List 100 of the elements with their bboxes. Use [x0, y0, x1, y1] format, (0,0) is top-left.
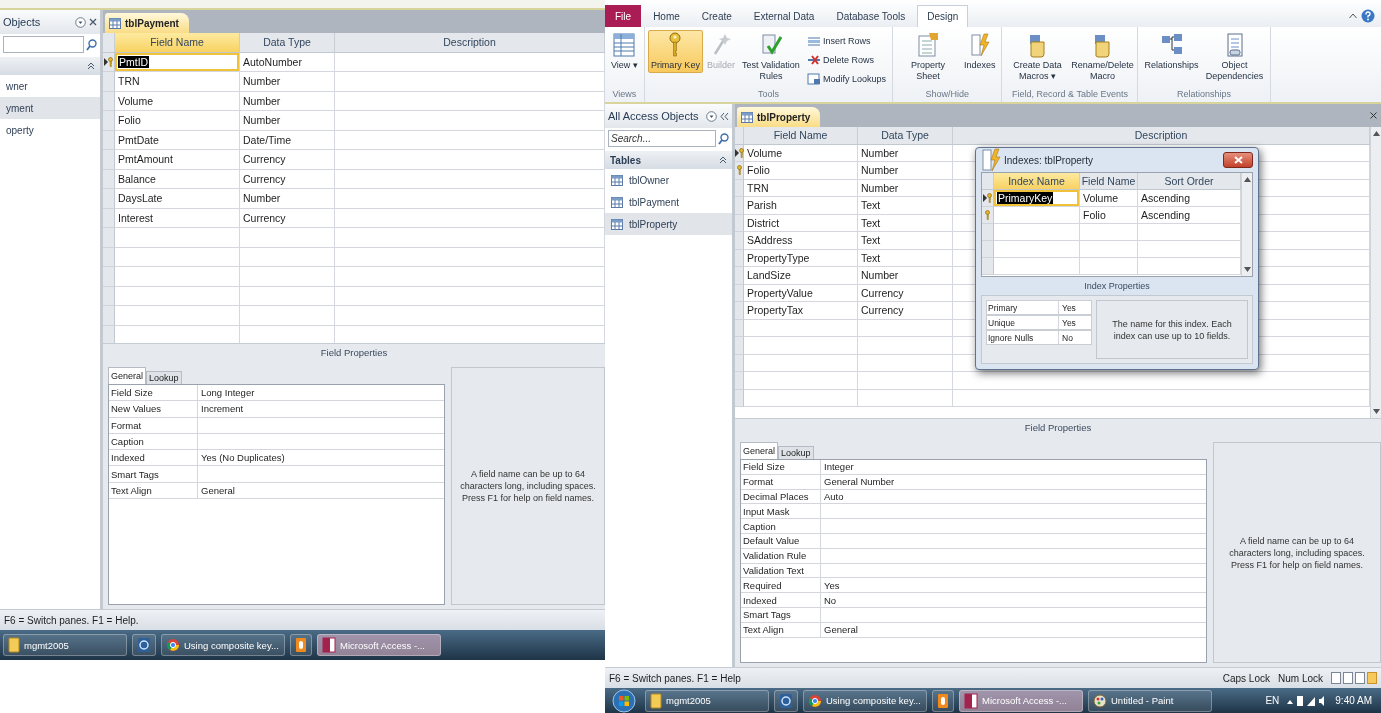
help-text: A field name can be up to 64 characters long, including spaces. Press F1 for help on field names. — [451, 367, 605, 605]
column-header[interactable]: Data Type — [858, 127, 953, 145]
ribbon-tab[interactable]: Home — [643, 5, 690, 27]
ribbon-button[interactable]: Primary Key — [647, 30, 703, 73]
taskbar-button[interactable]: Using composite key... — [803, 689, 927, 712]
group-label: Tools — [756, 89, 780, 101]
table-cell: District — [744, 214, 858, 232]
ribbon-tab[interactable]: File — [605, 5, 642, 27]
property-label: Caption — [109, 433, 198, 450]
table-cell: Number — [240, 91, 335, 111]
taskbar-button[interactable]: mgmt2005 — [645, 689, 769, 712]
table-cell: Currency — [858, 284, 953, 302]
property-label: Unique — [987, 316, 1059, 329]
ribbon-button[interactable]: Create Data Macros ▾ — [1005, 30, 1070, 84]
table-cell: Currency — [240, 208, 335, 228]
nav-item[interactable]: tblPayment — [605, 191, 732, 213]
column-header[interactable]: Description — [953, 127, 1370, 145]
property-value[interactable]: Increment — [198, 403, 444, 415]
ribbon-button[interactable]: View ▾ — [608, 30, 641, 73]
search-field[interactable]: Search... — [608, 130, 716, 147]
taskbar-button[interactable]: Using composite key... — [161, 634, 285, 656]
language-indicator[interactable]: EN — [1265, 695, 1280, 706]
group-label: Field, Record & Table Events — [1011, 89, 1129, 101]
taskbar-button[interactable]: mgmt2005 — [3, 634, 127, 656]
property-value[interactable]: No — [821, 594, 1206, 606]
group-label: Views — [611, 89, 638, 101]
property-value[interactable]: General — [821, 624, 1206, 636]
section-label: Index Properties — [1083, 280, 1151, 293]
ribbon-tab[interactable]: External Data — [743, 5, 825, 27]
property-value[interactable]: Auto — [821, 491, 1206, 502]
ribbon-button[interactable]: Object Dependencies — [1202, 30, 1267, 84]
property-value[interactable]: Yes — [1059, 302, 1091, 313]
table-cell: PmtID — [115, 52, 240, 72]
property-label: Smart Tags — [741, 607, 821, 622]
nav-item[interactable]: wner — [0, 75, 100, 97]
property-value[interactable]: General — [198, 484, 444, 496]
ribbon-button[interactable]: Relationships — [1141, 30, 1202, 73]
table-cell: PropertyTax — [744, 302, 858, 320]
status-indicator: Num Lock — [1278, 672, 1323, 684]
table-cell: Currency — [858, 302, 953, 320]
table-cell: Currency — [240, 169, 335, 189]
taskbar-button[interactable]: Untitled - Paint — [1088, 689, 1212, 712]
table-cell: Number — [858, 144, 953, 162]
tab[interactable]: Lookup — [778, 446, 814, 459]
clock[interactable]: 9:40 AM — [1335, 695, 1372, 706]
property-value[interactable]: Yes — [821, 579, 1206, 591]
nav-item[interactable]: tblOwner — [605, 169, 732, 191]
table-cell: Number — [858, 267, 953, 285]
column-header[interactable]: Field Name — [115, 33, 240, 53]
property-label: Indexed — [741, 593, 821, 607]
column-header[interactable]: Description — [335, 33, 605, 53]
table-cell: Folio — [1080, 207, 1138, 224]
ribbon-tab[interactable]: Design — [917, 5, 969, 27]
table-cell: Volume — [744, 144, 858, 162]
column-header[interactable]: Field Name — [1080, 173, 1138, 190]
ribbon-tab[interactable]: Database Tools — [826, 5, 916, 27]
tab[interactable]: General — [740, 442, 779, 459]
table-cell: Balance — [115, 169, 240, 189]
ribbon-button[interactable]: Delete Rows — [803, 51, 889, 69]
nav-item[interactable]: operty — [0, 119, 100, 141]
nav-item[interactable]: yment — [0, 97, 100, 119]
table-cell: PropertyType — [744, 249, 858, 267]
document-tab[interactable]: tblPayment — [105, 13, 189, 33]
property-value[interactable]: Yes — [1059, 317, 1091, 328]
table-cell: Text — [858, 232, 953, 250]
column-header[interactable]: Sort Order — [1138, 173, 1241, 190]
ribbon-button[interactable]: Property Sheet — [895, 30, 960, 84]
group-header[interactable]: Tables — [605, 151, 732, 169]
tab[interactable]: Lookup — [146, 371, 182, 384]
property-value[interactable]: No — [1059, 332, 1091, 343]
help-text: A field name can be up to 64 characters long, including spaces. Press F1 for help on field names. — [1213, 442, 1381, 663]
property-value[interactable]: General Number — [821, 476, 1206, 488]
document-tab[interactable]: tblProperty — [737, 107, 821, 127]
ribbon-button[interactable]: Indexes — [960, 30, 999, 73]
tab[interactable]: General — [108, 367, 147, 384]
property-label: Smart Tags — [109, 466, 198, 482]
property-label: Caption — [741, 519, 821, 533]
column-header[interactable]: Field Name — [744, 127, 858, 145]
ribbon-button[interactable]: Insert Rows — [803, 32, 889, 50]
table-cell: Number — [240, 111, 335, 131]
ribbon-tab[interactable]: Create — [691, 5, 742, 27]
table-cell: Text — [858, 249, 953, 267]
ribbon-button[interactable]: Test Validation Rules — [738, 30, 803, 84]
nav-item[interactable]: tblProperty — [605, 213, 732, 235]
property-value[interactable]: Long Integer — [198, 387, 444, 399]
column-header[interactable]: Data Type — [240, 33, 335, 53]
property-label: Validation Rule — [741, 548, 821, 563]
ribbon-button[interactable]: Rename/Delete Macro — [1070, 30, 1135, 84]
table-cell: TRN — [744, 179, 858, 197]
column-header[interactable]: Index Name — [994, 173, 1080, 190]
ribbon-button[interactable]: Modify Lookups — [803, 70, 889, 88]
property-value[interactable]: Integer — [821, 461, 1206, 473]
property-value[interactable]: Yes (No Duplicates) — [198, 452, 444, 464]
table-cell: PmtAmount — [115, 150, 240, 170]
property-label: Ignore Nulls — [987, 331, 1059, 344]
property-label: Field Size — [109, 385, 198, 401]
table-cell: LandSize — [744, 267, 858, 285]
property-label: Indexed — [109, 450, 198, 466]
section-label: Field Properties — [103, 343, 605, 361]
table-cell: Number — [240, 189, 335, 209]
